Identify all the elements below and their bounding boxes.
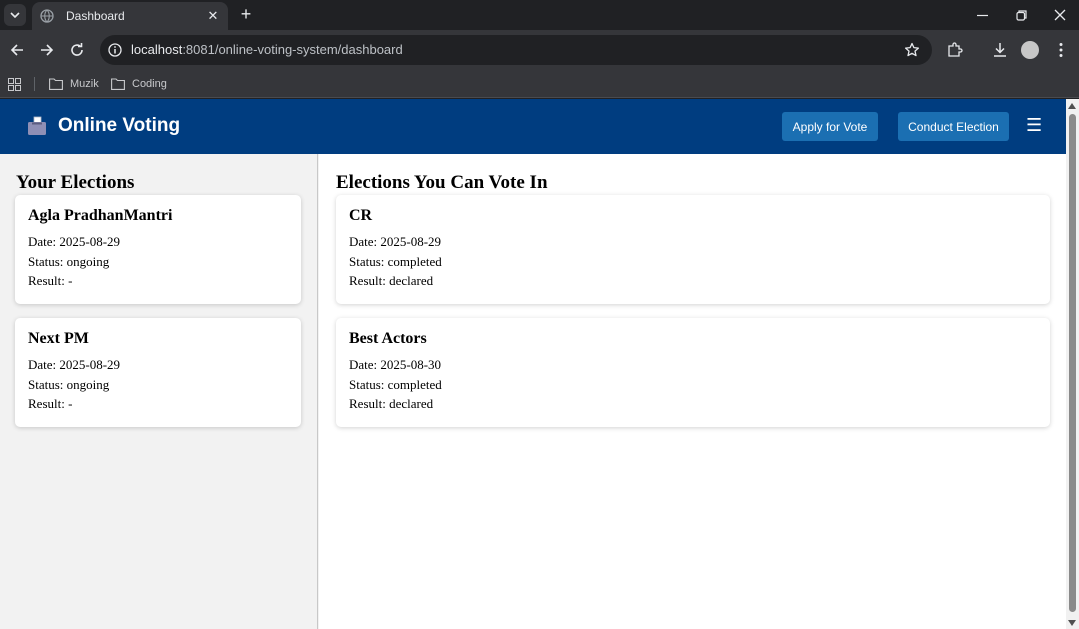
restore-icon [1015,9,1027,21]
forward-button[interactable] [35,38,59,62]
reload-icon [71,43,83,56]
restore-button[interactable] [1002,0,1040,30]
election-card[interactable]: Best Actors Date: 2025-08-30 Status: com… [336,318,1050,427]
bookmarks-bar: Muzik Coding [0,70,1079,98]
election-date: Date: 2025-08-30 [349,357,442,372]
url-text: localhost:8081/online-voting-system/dash… [131,42,403,57]
close-icon [1054,9,1066,21]
scrollbar-thumb[interactable] [1069,114,1076,612]
minimize-icon [976,14,988,16]
bookmarks-divider [34,77,35,91]
globe-icon [40,9,54,23]
browser-toolbar: localhost:8081/online-voting-system/dash… [0,30,1079,70]
election-result: Result: - [28,273,73,288]
vote-elections-title: Elections You Can Vote In [336,172,548,193]
bookmark-label: Coding [132,78,167,90]
page-scrollbar[interactable] [1066,99,1079,629]
folder-icon [111,78,125,90]
bookmark-label: Muzik [70,78,99,90]
folder-icon [49,78,63,90]
your-elections-title: Your Elections [16,172,135,193]
puzzle-icon [948,42,963,57]
download-icon [994,43,1006,57]
reload-button[interactable] [65,38,89,62]
bookmark-star-icon[interactable] [904,42,920,58]
browser-tab-bar: Dashboard ✕ + [0,0,1079,30]
tab-close-icon[interactable]: ✕ [206,8,220,24]
election-name: Next PM [28,330,89,347]
url-host: localhost [131,42,183,57]
scroll-down-arrow-icon[interactable] [1068,620,1076,626]
election-name: Agla PradhanMantri [28,207,173,224]
apps-button[interactable] [8,74,28,94]
vote-elections-panel: Elections You Can Vote In CR Date: 2025-… [319,154,1066,629]
arrow-right-icon [41,44,54,56]
url-path: :8081/online-voting-system/dashboard [182,42,403,57]
app-name: Online Voting [58,115,181,136]
election-result: Result: declared [349,273,434,288]
address-bar[interactable]: localhost:8081/online-voting-system/dash… [100,35,932,65]
election-name: Best Actors [349,330,427,347]
scroll-up-arrow-icon[interactable] [1068,103,1076,109]
browser-menu-button[interactable] [1052,41,1070,59]
conduct-election-button[interactable]: Conduct Election [898,112,1009,141]
bookmark-muzik[interactable]: Muzik [49,74,99,94]
bookmark-coding[interactable]: Coding [111,74,167,94]
election-name: CR [349,207,373,224]
back-button[interactable] [5,38,29,62]
site-info-icon[interactable] [108,43,122,57]
election-status: Status: ongoing [28,253,110,269]
election-result: Result: - [28,396,73,411]
election-date: Date: 2025-08-29 [28,234,121,249]
profile-avatar[interactable] [1021,41,1039,59]
election-status: Status: completed [349,253,442,269]
election-card[interactable]: Next PM Date: 2025-08-29 Status: ongoing… [15,318,301,427]
app-header: Online Voting Apply for Vote Conduct Ele… [0,99,1066,154]
browser-tab[interactable]: Dashboard ✕ [32,2,228,30]
new-tab-button[interactable]: + [236,5,256,25]
tab-title: Dashboard [66,9,125,23]
chevron-down-icon [10,12,20,18]
election-status: Status: ongoing [28,376,110,392]
arrow-left-icon [10,44,23,56]
apps-grid-icon [8,77,21,91]
menu-icon[interactable]: ☰ [1026,116,1042,134]
app-brand[interactable]: Online Voting [27,115,180,137]
election-date: Date: 2025-08-29 [28,357,121,372]
tab-search-button[interactable] [4,4,26,26]
your-elections-panel: Your Elections Agla PradhanMantri Date: … [0,154,318,629]
ballot-box-icon [28,116,46,135]
election-card[interactable]: CR Date: 2025-08-29 Status: completed Re… [336,195,1050,304]
election-result: Result: declared [349,396,434,411]
apply-for-vote-button[interactable]: Apply for Vote [782,112,878,141]
close-window-button[interactable] [1041,0,1079,30]
extensions-button[interactable] [946,41,964,59]
downloads-button[interactable] [991,41,1009,59]
election-date: Date: 2025-08-29 [349,234,442,249]
web-page: Online Voting Apply for Vote Conduct Ele… [0,99,1066,629]
minimize-button[interactable] [963,0,1001,30]
election-card[interactable]: Agla PradhanMantri Date: 2025-08-29 Stat… [15,195,301,304]
more-vertical-icon [1059,43,1063,57]
election-status: Status: completed [349,376,442,392]
